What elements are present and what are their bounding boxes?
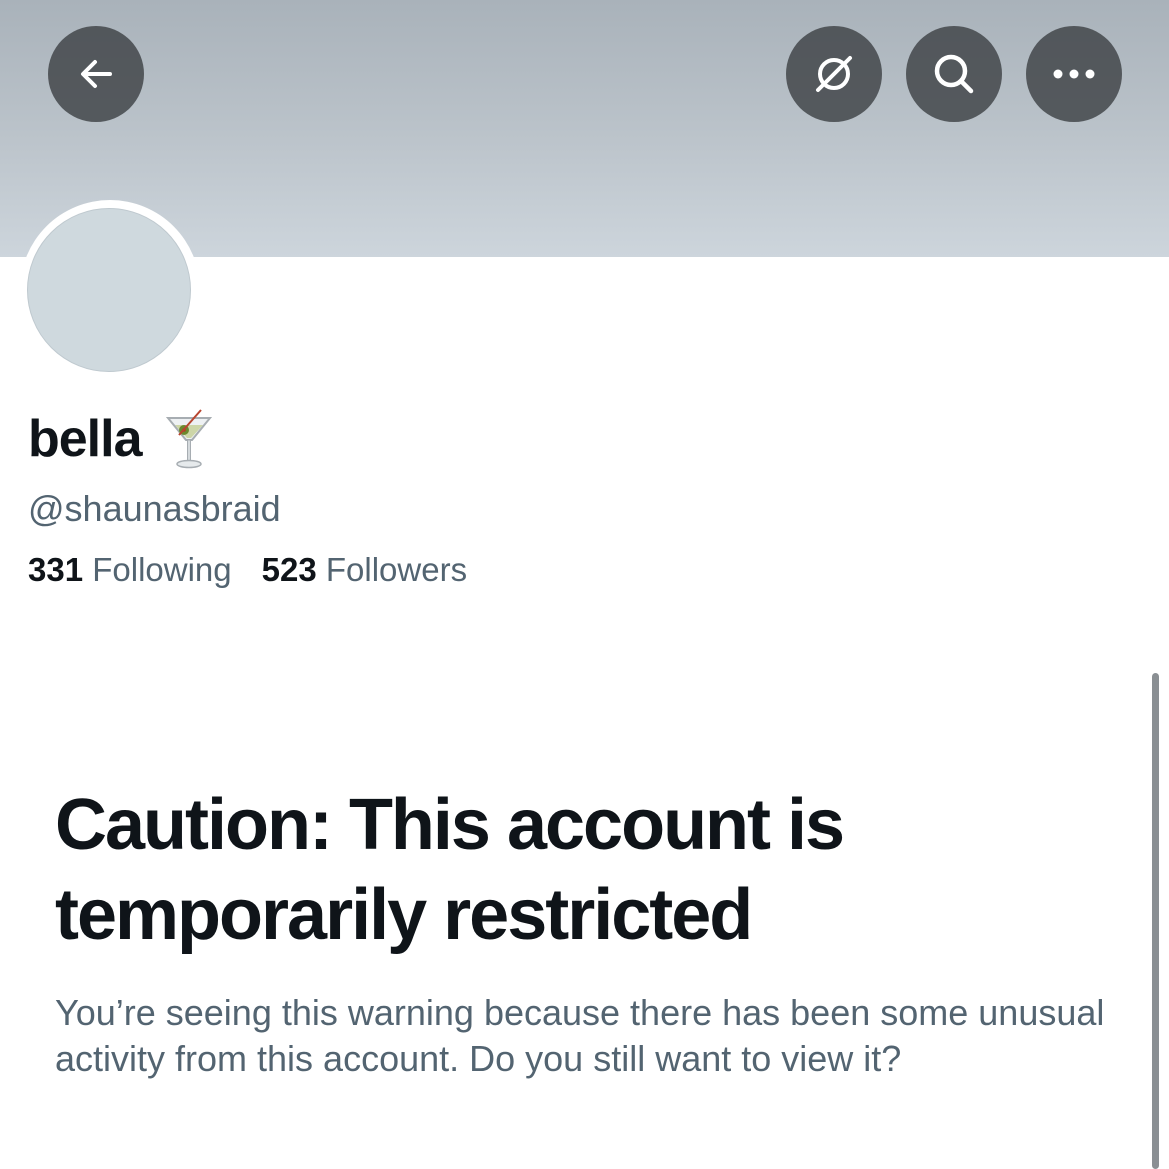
search-icon [934, 54, 974, 94]
crossed-circle-icon [816, 56, 852, 92]
search-button[interactable] [906, 26, 1002, 122]
arrow-left-icon [81, 60, 112, 88]
following-link[interactable]: 331 Following [28, 551, 232, 589]
hide-content-button[interactable] [786, 26, 882, 122]
following-label: Following [92, 551, 232, 588]
more-button[interactable] [1026, 26, 1122, 122]
profile-display-name: bella [28, 408, 214, 470]
profile-banner [0, 0, 1169, 257]
follow-stats: 331 Following 523 Followers [28, 551, 467, 589]
followers-label: Followers [325, 551, 468, 588]
back-button[interactable] [48, 26, 144, 122]
more-horizontal-icon [1053, 69, 1095, 79]
avatar[interactable] [27, 208, 191, 372]
warning-message: You’re seeing this warning because there… [55, 992, 1105, 1079]
warning-title: Caution: This account is temporarily res… [55, 785, 845, 955]
followers-count: 523 [261, 551, 317, 588]
profile-handle: @shaunasbraid [28, 488, 281, 529]
scrollbar[interactable] [1152, 673, 1159, 1169]
followers-link[interactable]: 523 Followers [262, 551, 467, 589]
display-name-text: bella [28, 410, 142, 468]
cocktail-glass-icon [165, 409, 212, 469]
following-count: 331 [28, 551, 84, 588]
